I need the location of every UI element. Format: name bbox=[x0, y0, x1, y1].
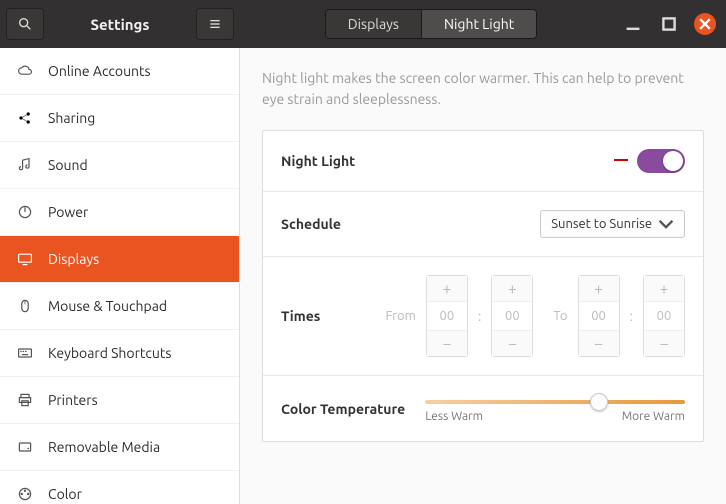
color-temp-label: Color Temperature bbox=[281, 401, 405, 417]
to-hour-spinner[interactable]: + 00 − bbox=[578, 275, 620, 357]
sidebar-item-label: Power bbox=[48, 204, 88, 220]
window-title: Settings bbox=[44, 16, 196, 33]
from-label: From bbox=[386, 309, 416, 323]
maximize-button[interactable] bbox=[658, 13, 680, 35]
times-controls: From + 00 − : + 00 − To + 00 bbox=[386, 275, 685, 357]
description-text: Night light makes the screen color warme… bbox=[262, 68, 704, 110]
main-content: Night light makes the screen color warme… bbox=[240, 48, 726, 504]
sidebar-item-label: Removable Media bbox=[48, 439, 160, 455]
share-icon bbox=[16, 109, 34, 127]
times-row: Times From + 00 − : + 00 − To bbox=[263, 257, 703, 376]
sidebar-item-power[interactable]: Power bbox=[0, 189, 239, 236]
tab-displays[interactable]: Displays bbox=[326, 10, 422, 38]
tab-group: Displays Night Light bbox=[325, 9, 538, 39]
from-minute-value: 00 bbox=[492, 302, 532, 330]
sidebar-item-online-accounts[interactable]: Online Accounts bbox=[0, 48, 239, 95]
night-light-toggle[interactable] bbox=[637, 149, 685, 173]
search-icon bbox=[17, 16, 33, 32]
window-controls bbox=[622, 13, 726, 35]
titlebar-tabs: Displays Night Light bbox=[240, 9, 622, 39]
sidebar-item-label: Color bbox=[48, 486, 82, 502]
toggle-knob bbox=[663, 151, 683, 171]
sidebar-item-label: Sharing bbox=[48, 110, 95, 126]
sidebar-item-label: Sound bbox=[48, 157, 88, 173]
slider-min-label: Less Warm bbox=[425, 410, 483, 423]
sidebar-item-mouse-touchpad[interactable]: Mouse & Touchpad bbox=[0, 283, 239, 330]
sidebar-item-label: Mouse & Touchpad bbox=[48, 298, 167, 314]
sidebar-item-sound[interactable]: Sound bbox=[0, 142, 239, 189]
mouse-icon bbox=[16, 297, 34, 315]
to-label: To bbox=[553, 309, 567, 323]
sidebar-item-label: Displays bbox=[48, 251, 99, 267]
body: Online Accounts Sharing Sound Power Displays… bbox=[0, 48, 726, 504]
color-temp-slider-wrap: Less Warm More Warm bbox=[425, 394, 685, 423]
close-icon bbox=[697, 16, 713, 32]
sidebar-item-sharing[interactable]: Sharing bbox=[0, 95, 239, 142]
music-icon bbox=[16, 156, 34, 174]
minimize-button[interactable] bbox=[622, 13, 644, 35]
search-button[interactable] bbox=[6, 8, 44, 40]
to-minute-value: 00 bbox=[644, 302, 684, 330]
tab-night-light[interactable]: Night Light bbox=[422, 10, 536, 38]
to-hour-value: 00 bbox=[579, 302, 619, 330]
sidebar-item-keyboard-shortcuts[interactable]: Keyboard Shortcuts bbox=[0, 330, 239, 377]
titlebar: Settings Displays Night Light bbox=[0, 0, 726, 48]
plus-icon[interactable]: + bbox=[579, 276, 619, 302]
night-light-label: Night Light bbox=[281, 153, 355, 169]
printer-icon bbox=[16, 391, 34, 409]
night-light-row: Night Light bbox=[263, 131, 703, 192]
display-icon bbox=[16, 250, 34, 268]
cloud-icon bbox=[16, 62, 34, 80]
power-icon bbox=[16, 203, 34, 221]
minimize-icon bbox=[625, 16, 641, 32]
sidebar: Online Accounts Sharing Sound Power Displays… bbox=[0, 48, 240, 504]
to-minute-spinner[interactable]: + 00 − bbox=[643, 275, 685, 357]
slider-labels: Less Warm More Warm bbox=[425, 410, 685, 423]
keyboard-icon bbox=[16, 344, 34, 362]
slider-thumb[interactable] bbox=[590, 393, 608, 411]
schedule-row: Schedule Sunset to Sunrise bbox=[263, 192, 703, 257]
sidebar-item-label: Printers bbox=[48, 392, 98, 408]
hamburger-button[interactable] bbox=[196, 8, 234, 40]
chevron-down-icon bbox=[658, 216, 674, 232]
schedule-dropdown[interactable]: Sunset to Sunrise bbox=[540, 210, 685, 238]
plus-icon[interactable]: + bbox=[427, 276, 467, 302]
from-hour-spinner[interactable]: + 00 − bbox=[426, 275, 468, 357]
times-label: Times bbox=[281, 308, 320, 324]
color-temp-row: Color Temperature Less Warm More Warm bbox=[263, 376, 703, 441]
sidebar-item-removable-media[interactable]: Removable Media bbox=[0, 424, 239, 471]
sidebar-item-label: Keyboard Shortcuts bbox=[48, 345, 171, 361]
minus-icon[interactable]: − bbox=[579, 330, 619, 356]
sidebar-item-displays[interactable]: Displays bbox=[0, 236, 239, 283]
sidebar-item-printers[interactable]: Printers bbox=[0, 377, 239, 424]
time-colon: : bbox=[478, 308, 481, 324]
minus-icon[interactable]: − bbox=[644, 330, 684, 356]
minus-icon[interactable]: − bbox=[427, 330, 467, 356]
slider-max-label: More Warm bbox=[622, 410, 685, 423]
minus-icon[interactable]: − bbox=[492, 330, 532, 356]
maximize-icon bbox=[661, 16, 677, 32]
hamburger-icon bbox=[207, 16, 223, 32]
from-hour-value: 00 bbox=[427, 302, 467, 330]
settings-panel: Night Light Schedule Sunset to Sunrise T… bbox=[262, 130, 704, 442]
plus-icon[interactable]: + bbox=[644, 276, 684, 302]
sidebar-item-color[interactable]: Color bbox=[0, 471, 239, 504]
time-colon: : bbox=[630, 308, 633, 324]
titlebar-left: Settings bbox=[0, 0, 240, 48]
drive-icon bbox=[16, 438, 34, 456]
color-temp-slider[interactable] bbox=[425, 400, 685, 404]
schedule-label: Schedule bbox=[281, 216, 341, 232]
from-minute-spinner[interactable]: + 00 − bbox=[491, 275, 533, 357]
close-button[interactable] bbox=[694, 13, 716, 35]
sidebar-item-label: Online Accounts bbox=[48, 63, 151, 79]
color-icon bbox=[16, 485, 34, 503]
plus-icon[interactable]: + bbox=[492, 276, 532, 302]
schedule-value: Sunset to Sunrise bbox=[551, 217, 652, 231]
